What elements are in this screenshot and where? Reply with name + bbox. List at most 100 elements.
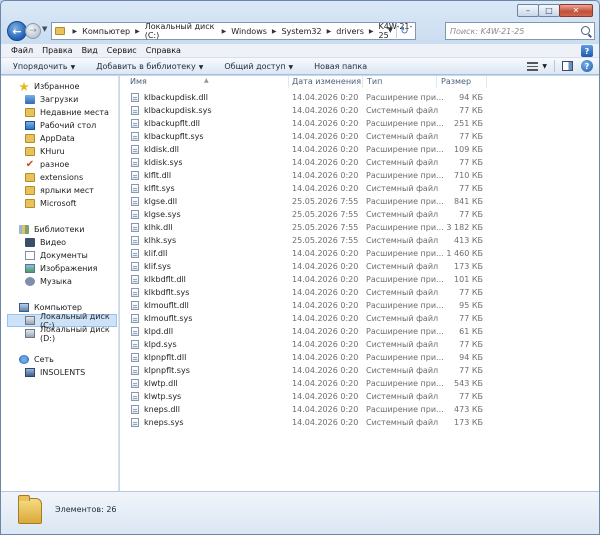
column-type[interactable]: Тип bbox=[367, 77, 382, 86]
column-divider[interactable] bbox=[436, 76, 437, 88]
address-bar[interactable]: ▶ Компьютер ▶ Локальный диск (C:) ▶ Wind… bbox=[51, 22, 416, 40]
nav-item-video[interactable]: Видео bbox=[1, 236, 66, 249]
file-date: 14.04.2026 0:20 bbox=[292, 106, 359, 115]
nav-item-khuru[interactable]: KHuru bbox=[1, 145, 65, 158]
file-size: 95 КБ bbox=[459, 301, 483, 310]
nav-item-misc[interactable]: ✔ разное bbox=[1, 158, 69, 171]
close-button[interactable]: ✕ bbox=[559, 4, 593, 17]
file-date: 14.04.2026 0:20 bbox=[292, 379, 359, 388]
chevron-right-icon[interactable]: ▶ bbox=[135, 28, 140, 35]
preview-pane-icon[interactable] bbox=[562, 61, 573, 71]
table-row[interactable]: klif.dll 14.04.2026 0:20 Расширение при...… bbox=[120, 247, 599, 260]
table-row[interactable]: klif.sys 14.04.2026 0:20 Системный файл 173… bbox=[120, 260, 599, 273]
file-icon bbox=[131, 418, 139, 427]
share-button[interactable]: Общий доступ ▼ bbox=[224, 62, 293, 71]
table-row[interactable]: klhk.dll 25.05.2026 7:55 Расширение при...… bbox=[120, 221, 599, 234]
table-row[interactable]: kldisk.sys 14.04.2026 0:20 Системный файл 7… bbox=[120, 156, 599, 169]
table-row[interactable]: klmouflt.sys 14.04.2026 0:20 Системный фай… bbox=[120, 312, 599, 325]
breadcrumb-drive-c[interactable]: Локальный диск (C:) bbox=[145, 22, 217, 40]
table-row[interactable]: klpd.dll 14.04.2026 0:20 Расширение при...… bbox=[120, 325, 599, 338]
chevron-right-icon[interactable]: ▶ bbox=[272, 28, 277, 35]
file-name: klpd.dll bbox=[144, 327, 174, 336]
nav-favorites[interactable]: Избранное bbox=[1, 80, 79, 93]
table-row[interactable]: klflt.dll 14.04.2026 0:20 Расширение при..… bbox=[120, 169, 599, 182]
breadcrumb-computer[interactable]: Компьютер bbox=[82, 27, 130, 36]
nav-item-pictures[interactable]: Изображения bbox=[1, 262, 97, 275]
chevron-right-icon[interactable]: ▶ bbox=[327, 28, 332, 35]
menu-view[interactable]: Вид bbox=[82, 46, 98, 55]
file-date: 14.04.2026 0:20 bbox=[292, 132, 359, 141]
forward-button[interactable]: → bbox=[25, 23, 41, 39]
column-divider[interactable] bbox=[288, 76, 289, 88]
help-icon[interactable]: ? bbox=[581, 45, 593, 57]
breadcrumb-drivers[interactable]: drivers bbox=[336, 27, 364, 36]
refresh-button[interactable]: ↻ bbox=[396, 24, 412, 38]
table-row[interactable]: klwtp.sys 14.04.2026 0:20 Системный файл 77… bbox=[120, 390, 599, 403]
chevron-right-icon[interactable]: ▶ bbox=[369, 28, 374, 35]
search-box[interactable]: Поиск: K4W-21-25 bbox=[445, 22, 595, 40]
breadcrumb-windows[interactable]: Windows bbox=[231, 27, 267, 36]
breadcrumb: ▶ Компьютер ▶ Локальный диск (C:) ▶ Wind… bbox=[68, 22, 415, 40]
table-row[interactable]: klpnpflt.dll 14.04.2026 0:20 Расширение пр… bbox=[120, 351, 599, 364]
nav-item-extensions[interactable]: extensions bbox=[1, 171, 83, 184]
table-row[interactable]: klhk.sys 25.05.2026 7:55 Системный файл 413… bbox=[120, 234, 599, 247]
nav-item-music[interactable]: Музыка bbox=[1, 275, 72, 288]
view-options-icon[interactable] bbox=[527, 61, 539, 71]
search-icon[interactable] bbox=[581, 26, 590, 35]
address-dropdown[interactable]: ▼ bbox=[388, 26, 393, 34]
table-row[interactable]: klmouflt.dll 14.04.2026 0:20 Расширение пр… bbox=[120, 299, 599, 312]
column-name[interactable]: Имя bbox=[130, 77, 147, 86]
menu-file[interactable]: Файл bbox=[11, 46, 33, 55]
file-icon bbox=[131, 262, 139, 271]
nav-item-appdata[interactable]: AppData bbox=[1, 132, 75, 145]
nav-item-microsoft[interactable]: Microsoft bbox=[1, 197, 76, 210]
table-row[interactable]: kneps.sys 14.04.2026 0:20 Системный файл 17… bbox=[120, 416, 599, 429]
nav-item-insolents[interactable]: INSOLENTS bbox=[1, 366, 85, 379]
maximize-button[interactable]: □ bbox=[538, 4, 560, 17]
back-button[interactable]: ← bbox=[7, 21, 27, 41]
table-row[interactable]: klbackupflt.dll 14.04.2026 0:20 Расширение… bbox=[120, 117, 599, 130]
table-row[interactable]: kneps.dll 14.04.2026 0:20 Расширение при..… bbox=[120, 403, 599, 416]
organize-button[interactable]: Упорядочить ▼ bbox=[13, 62, 75, 71]
nav-label: разное bbox=[40, 160, 70, 169]
chevron-right-icon[interactable]: ▶ bbox=[222, 28, 227, 35]
nav-item-downloads[interactable]: Загрузки bbox=[1, 93, 78, 106]
menu-edit[interactable]: Правка bbox=[42, 46, 72, 55]
file-date: 14.04.2026 0:20 bbox=[292, 418, 359, 427]
nav-item-drive-d[interactable]: Локальный диск (D:) bbox=[1, 325, 118, 343]
table-row[interactable]: klkbdflt.sys 14.04.2026 0:20 Системный фай… bbox=[120, 286, 599, 299]
nav-libraries[interactable]: Библиотеки bbox=[1, 223, 84, 236]
table-row[interactable]: klflt.sys 14.04.2026 0:20 Системный файл 77… bbox=[120, 182, 599, 195]
table-row[interactable]: klbackupdisk.sys 14.04.2026 0:20 Системный… bbox=[120, 104, 599, 117]
minimize-button[interactable]: – bbox=[517, 4, 539, 17]
table-row[interactable]: klkbdflt.dll 14.04.2026 0:20 Расширение пр… bbox=[120, 273, 599, 286]
table-row[interactable]: klgse.dll 25.05.2026 7:55 Расширение при..… bbox=[120, 195, 599, 208]
menu-tools[interactable]: Сервис bbox=[107, 46, 137, 55]
recent-pages-dropdown[interactable]: ▼ bbox=[42, 25, 47, 33]
breadcrumb-system32[interactable]: System32 bbox=[282, 27, 322, 36]
table-row[interactable]: klbackupdisk.dll 14.04.2026 0:20 Расширени… bbox=[120, 91, 599, 104]
column-divider[interactable] bbox=[362, 76, 363, 88]
table-row[interactable]: klpnpflt.sys 14.04.2026 0:20 Системный фай… bbox=[120, 364, 599, 377]
menu-help[interactable]: Справка bbox=[146, 46, 181, 55]
nav-item-recent-places[interactable]: Недавние места bbox=[1, 106, 109, 119]
nav-item-desktop[interactable]: Рабочий стол bbox=[1, 119, 96, 132]
add-to-library-button[interactable]: Добавить в библиотеку ▼ bbox=[96, 62, 203, 71]
nav-item-shortcuts[interactable]: ярлыки мест bbox=[1, 184, 94, 197]
chevron-down-icon[interactable]: ▼ bbox=[542, 63, 547, 70]
nav-item-documents[interactable]: Документы bbox=[1, 249, 88, 262]
column-divider[interactable] bbox=[486, 76, 487, 88]
table-row[interactable]: klwtp.dll 14.04.2026 0:20 Расширение при..… bbox=[120, 377, 599, 390]
column-date[interactable]: Дата изменения bbox=[292, 77, 361, 86]
table-row[interactable]: klbackupflt.sys 14.04.2026 0:20 Системный … bbox=[120, 130, 599, 143]
nav-network[interactable]: Сеть bbox=[1, 353, 54, 366]
help-button-icon[interactable]: ? bbox=[581, 60, 593, 72]
table-row[interactable]: klgse.sys 25.05.2026 7:55 Системный файл 77… bbox=[120, 208, 599, 221]
file-size: 841 КБ bbox=[454, 197, 483, 206]
table-row[interactable]: kldisk.dll 14.04.2026 0:20 Расширение при.… bbox=[120, 143, 599, 156]
chevron-right-icon[interactable]: ▶ bbox=[73, 28, 78, 35]
new-folder-button[interactable]: Новая папка bbox=[314, 62, 367, 71]
table-row[interactable]: klpd.sys 14.04.2026 0:20 Системный файл 77 … bbox=[120, 338, 599, 351]
file-size: 101 КБ bbox=[454, 275, 483, 284]
column-size[interactable]: Размер bbox=[441, 77, 471, 86]
